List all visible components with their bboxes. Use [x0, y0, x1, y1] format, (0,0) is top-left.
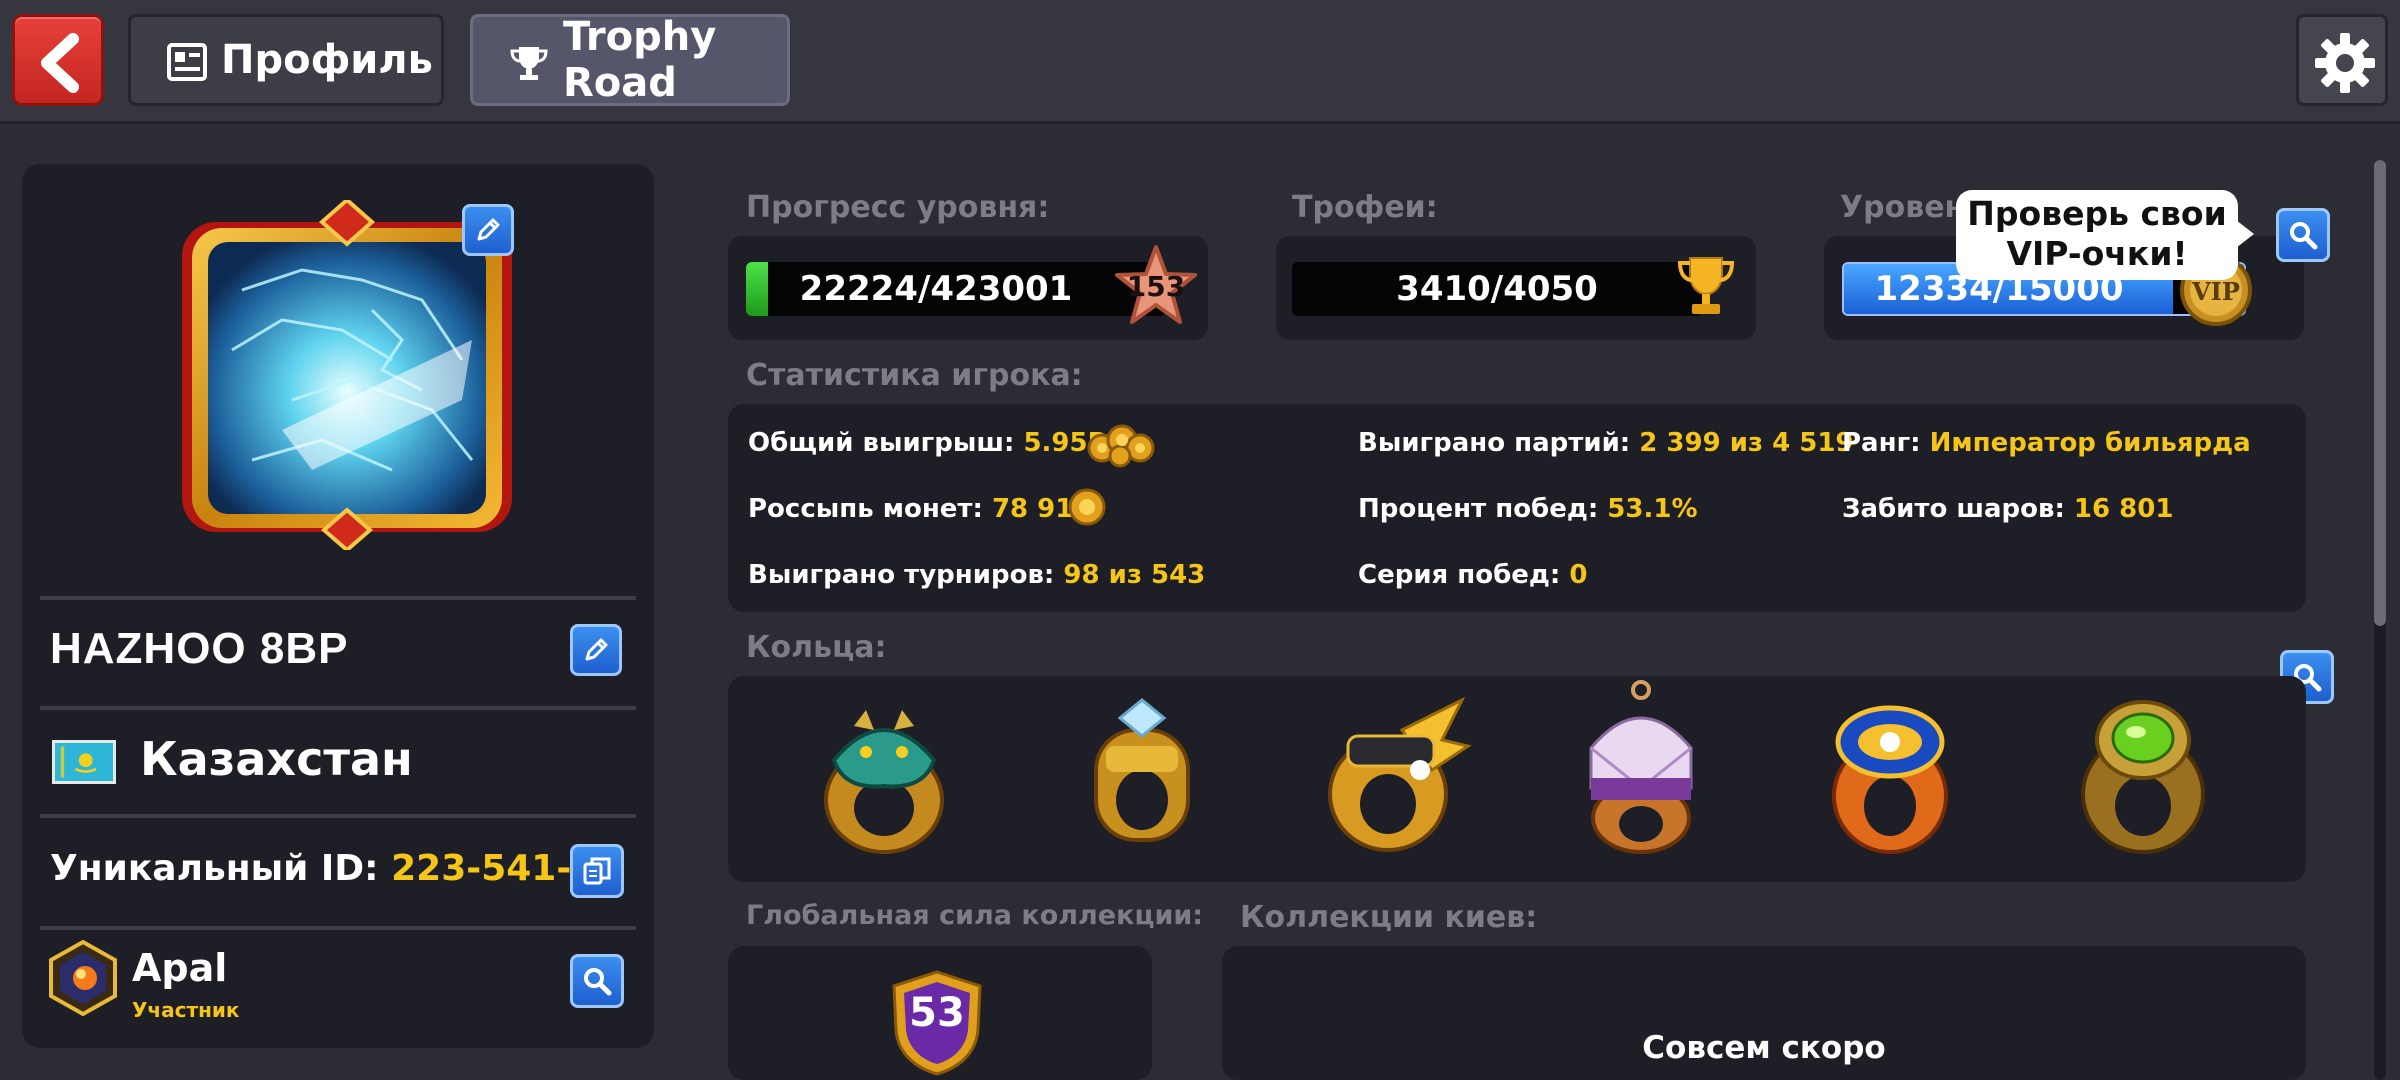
stat-total-winnings: Общий выигрыш: 5.95B: [748, 428, 1107, 458]
club-name[interactable]: Apal: [132, 946, 227, 990]
stat-value: Император бильярда: [1929, 428, 2251, 458]
avatar-edit-button[interactable]: [462, 204, 514, 256]
settings-button[interactable]: [2296, 14, 2388, 106]
rings-title: Кольца:: [746, 630, 887, 665]
stat-value: 16 801: [2073, 494, 2174, 524]
tab-trophy-road-label: Trophy Road: [563, 14, 717, 106]
trophy-icon: [510, 47, 548, 80]
collection-power-value: 53: [909, 990, 965, 1036]
trophies-bar: 3410/4050: [1292, 262, 1702, 316]
search-icon: [2290, 222, 2318, 250]
dragon-ring-icon[interactable]: [804, 690, 964, 860]
trophies-label: Трофеи:: [1292, 190, 1438, 225]
collection-power-title: Глобальная сила коллекции:: [746, 900, 1204, 931]
country-name: Казахстан: [140, 732, 413, 786]
level-progress-value: 22224/423001: [799, 269, 1073, 309]
back-button[interactable]: [12, 14, 104, 106]
chevron-left-icon: [41, 33, 79, 93]
vip-tooltip[interactable]: Проверь свои VIP-очки!: [1956, 190, 2238, 280]
copy-id-button[interactable]: [570, 844, 624, 898]
player-name: HAZHOO 8BP: [50, 624, 349, 673]
crystal-ring-icon[interactable]: [1566, 678, 1716, 860]
profile-panel: HAZHOO 8BP Казахстан Уникальный ID: 223-…: [22, 164, 654, 1048]
divider: [40, 596, 636, 600]
stat-value: 98 из 543: [1063, 560, 1206, 590]
tab-trophy-road[interactable]: Trophy Road: [470, 14, 790, 106]
stat-value: 0: [1569, 560, 1588, 590]
legend-blue-ring-icon[interactable]: [1820, 690, 1960, 860]
stat-rank: Ранг: Император бильярда: [1842, 428, 2251, 458]
stat-tournaments-won: Выиграно турниров: 98 из 543: [748, 560, 1205, 590]
stat-games-won: Выиграно партий: 2 399 из 4 519: [1358, 428, 1854, 458]
stat-label: Забито шаров:: [1842, 494, 2065, 524]
stat-win-streak: Серия побед: 0: [1358, 560, 1587, 590]
heist-ring-icon[interactable]: [1072, 690, 1212, 860]
stat-label: Выиграно турниров:: [748, 560, 1055, 590]
coins-pile-icon: [1087, 424, 1155, 468]
tab-profile-label: Профиль: [221, 37, 433, 83]
stat-label: Процент побед:: [1358, 494, 1599, 524]
coming-soon-text: Совсем скоро: [1642, 1030, 1886, 1066]
coin-icon: [1068, 488, 1106, 526]
stat-label: Серия побед:: [1358, 560, 1561, 590]
club-badge-icon: [49, 940, 117, 1016]
divider: [40, 814, 636, 818]
divider: [40, 926, 636, 930]
profile-card-icon: [167, 43, 207, 81]
gold-wings-ring-icon[interactable]: [1312, 690, 1472, 860]
unique-id: Уникальный ID: 223-541-11: [50, 848, 621, 889]
level-progress-label: Прогресс уровня:: [746, 190, 1050, 225]
stat-label: Ранг:: [1842, 428, 1921, 458]
kazakhstan-flag-icon: [52, 740, 116, 784]
stat-label: Выиграно партий:: [1358, 428, 1631, 458]
vip-search-button[interactable]: [2276, 208, 2330, 262]
player-stats-title: Статистика игрока:: [746, 358, 1083, 393]
gear-icon: [2315, 33, 2375, 93]
vip-tooltip-arrow: [2236, 220, 2254, 248]
cue-collections-title: Коллекции киев:: [1240, 900, 1538, 935]
stat-coin-pile: Россыпь монет: 78 913: [748, 494, 1091, 524]
copy-icon: [583, 857, 611, 885]
pencil-icon: [477, 218, 500, 241]
gold-trophy-icon: [1677, 257, 1735, 314]
stat-value: 2 399 из 4 519: [1639, 428, 1854, 458]
unique-id-label: Уникальный ID:: [50, 848, 379, 889]
search-icon: [584, 968, 612, 996]
top-bar: Профиль Trophy Road: [0, 0, 2400, 124]
scrollbar-thumb[interactable]: [2374, 160, 2386, 626]
name-edit-button[interactable]: [570, 624, 622, 676]
stat-label: Россыпь монет:: [748, 494, 983, 524]
level-number: 153: [1126, 270, 1186, 303]
trophies-value: 3410/4050: [1396, 269, 1598, 309]
stat-label: Общий выигрыш:: [748, 428, 1015, 458]
club-role: Участник: [132, 998, 240, 1022]
divider: [40, 706, 636, 710]
stat-value: 53.1%: [1607, 494, 1698, 524]
tab-profile[interactable]: Профиль: [128, 14, 444, 106]
level-progress-bar: 22224/423001: [746, 262, 1166, 316]
vip-badge-text: VIP: [2191, 277, 2240, 306]
legend-green-ring-icon[interactable]: [2068, 690, 2218, 860]
pencil-icon: [585, 638, 608, 661]
stat-balls-potted: Забито шаров: 16 801: [1842, 494, 2173, 524]
stat-win-rate: Процент побед: 53.1%: [1358, 494, 1698, 524]
club-search-button[interactable]: [570, 954, 624, 1008]
